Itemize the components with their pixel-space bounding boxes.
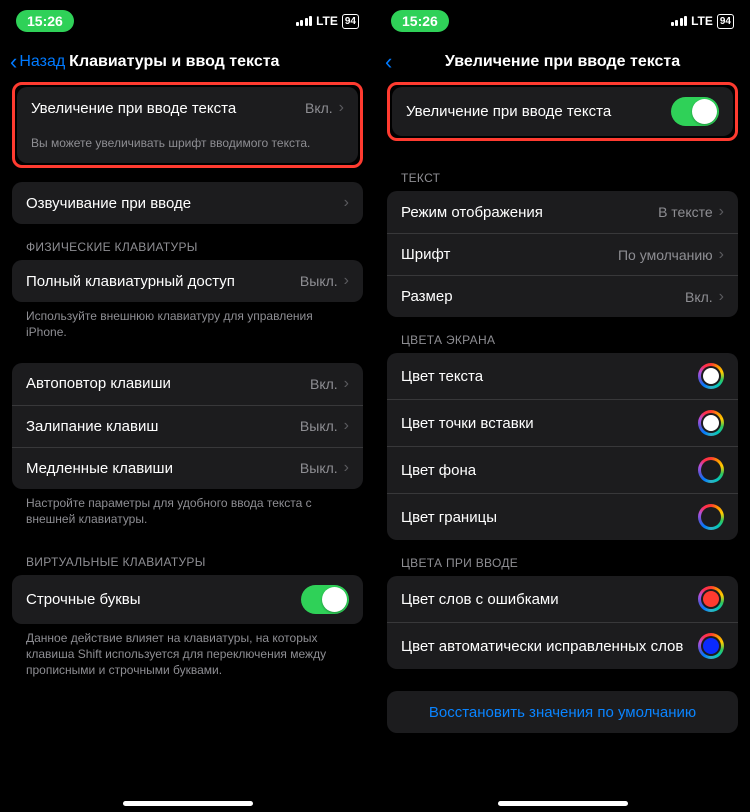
footer-ext-keyboard: Настройте параметры для удобного ввода т… — [12, 489, 363, 539]
highlight-box-hover: Увеличение при вводе текста Вкл. › Вы мо… — [12, 82, 363, 168]
signal-icon — [296, 16, 313, 26]
status-right: LTE 94 — [296, 14, 359, 29]
reset-defaults-button[interactable]: Восстановить значения по умолчанию — [387, 691, 738, 733]
row-key-repeat[interactable]: Автоповтор клавиши Вкл. › — [12, 363, 363, 405]
row-autocorrected-color[interactable]: Цвет автоматически исправленных слов — [387, 622, 738, 669]
row-full-keyboard-access[interactable]: Полный клавиатурный доступ Выкл. › — [12, 260, 363, 302]
section-header-screen-colors: ЦВЕТА ЭКРАНА — [387, 317, 738, 353]
row-value: Вкл. — [685, 289, 713, 305]
network-type: LTE — [316, 14, 338, 28]
row-label: Цвет точки вставки — [401, 415, 698, 432]
chevron-right-icon: › — [344, 194, 349, 212]
home-indicator[interactable] — [498, 801, 628, 806]
chevron-right-icon: › — [344, 459, 349, 477]
row-font[interactable]: Шрифт По умолчанию › — [387, 233, 738, 275]
chevron-right-icon: › — [344, 272, 349, 290]
chevron-right-icon: › — [719, 288, 724, 306]
row-label: Автоповтор клавиши — [26, 375, 310, 392]
row-value: Вкл. — [310, 376, 338, 392]
row-label: Полный клавиатурный доступ — [26, 273, 300, 290]
row-sticky-keys[interactable]: Залипание клавиш Выкл. › — [12, 405, 363, 447]
color-swatch-icon — [698, 457, 724, 483]
chevron-right-icon: › — [344, 417, 349, 435]
row-speak-typing[interactable]: Озвучивание при вводе › — [12, 182, 363, 224]
row-label: Цвет текста — [401, 368, 698, 385]
page-title: Увеличение при вводе текста — [375, 53, 750, 71]
chevron-left-icon: ‹ — [10, 51, 17, 73]
row-label: Залипание клавиш — [26, 418, 300, 435]
highlight-box-main: Увеличение при вводе текста — [387, 82, 738, 141]
row-label: Размер — [401, 288, 685, 305]
row-value: Выкл. — [300, 273, 338, 289]
chevron-right-icon: › — [719, 203, 724, 221]
status-right: LTE 94 — [671, 14, 734, 29]
screen-right: 15:26 LTE 94 ‹ Увеличение при вводе текс… — [375, 0, 750, 812]
row-label: Цвет границы — [401, 509, 698, 526]
toggle-hover-text[interactable] — [671, 97, 719, 126]
row-label: Цвет фона — [401, 462, 698, 479]
row-value: Выкл. — [300, 460, 338, 476]
color-swatch-icon — [698, 504, 724, 530]
nav-bar: ‹ Увеличение при вводе текста — [375, 42, 750, 82]
row-display-mode[interactable]: Режим отображения В тексте › — [387, 191, 738, 233]
color-swatch-icon — [698, 633, 724, 659]
row-hover-text-toggle[interactable]: Увеличение при вводе текста — [392, 87, 733, 136]
color-swatch-icon — [698, 363, 724, 389]
chevron-right-icon: › — [719, 246, 724, 264]
footer-physical: Используйте внешнюю клавиатуру для управ… — [12, 302, 363, 352]
footer-virtual: Данное действие влияет на клавиатуры, на… — [12, 624, 363, 691]
home-indicator[interactable] — [123, 801, 253, 806]
chevron-right-icon: › — [339, 99, 344, 117]
back-label: Назад — [19, 53, 65, 71]
row-slow-keys[interactable]: Медленные клавиши Выкл. › — [12, 447, 363, 489]
row-value: Выкл. — [300, 418, 338, 434]
section-header-input-colors: ЦВЕТА ПРИ ВВОДЕ — [387, 540, 738, 576]
section-header-text: ТЕКСТ — [387, 155, 738, 191]
battery-icon: 94 — [342, 14, 359, 29]
time-pill: 15:26 — [16, 10, 74, 32]
row-label: Цвет автоматически исправленных слов — [401, 638, 698, 655]
toggle-lowercase[interactable] — [301, 585, 349, 614]
status-bar: 15:26 LTE 94 — [0, 0, 375, 42]
row-value: В тексте — [658, 204, 713, 220]
color-swatch-icon — [698, 586, 724, 612]
row-lowercase-keys[interactable]: Строчные буквы — [12, 575, 363, 624]
row-size[interactable]: Размер Вкл. › — [387, 275, 738, 317]
section-header-virtual: ВИРТУАЛЬНЫЕ КЛАВИАТУРЫ — [12, 539, 363, 575]
row-insertion-point-color[interactable]: Цвет точки вставки — [387, 399, 738, 446]
row-label: Увеличение при вводе текста — [31, 100, 305, 117]
network-type: LTE — [691, 14, 713, 28]
row-label: Шрифт — [401, 246, 618, 263]
battery-icon: 94 — [717, 14, 734, 29]
back-button[interactable]: ‹ Назад — [10, 51, 65, 73]
row-text-color[interactable]: Цвет текста — [387, 353, 738, 399]
chevron-right-icon: › — [344, 375, 349, 393]
footer-hover: Вы можете увеличивать шрифт вводимого те… — [17, 129, 358, 163]
page-title: Клавиатуры и ввод текста — [69, 53, 279, 71]
row-label: Цвет слов с ошибками — [401, 591, 698, 608]
row-hover-text[interactable]: Увеличение при вводе текста Вкл. › — [17, 87, 358, 129]
reset-label: Восстановить значения по умолчанию — [429, 704, 696, 721]
row-value: Вкл. — [305, 100, 333, 116]
status-bar: 15:26 LTE 94 — [375, 0, 750, 42]
screen-left: 15:26 LTE 94 ‹ Назад Клавиатуры и ввод т… — [0, 0, 375, 812]
row-misspelled-color[interactable]: Цвет слов с ошибками — [387, 576, 738, 622]
row-border-color[interactable]: Цвет границы — [387, 493, 738, 540]
row-label: Увеличение при вводе текста — [406, 103, 671, 120]
row-label: Озвучивание при вводе — [26, 195, 344, 212]
section-header-physical: ФИЗИЧЕСКИЕ КЛАВИАТУРЫ — [12, 224, 363, 260]
row-value: По умолчанию — [618, 247, 713, 263]
row-label: Строчные буквы — [26, 591, 301, 608]
nav-bar: ‹ Назад Клавиатуры и ввод текста — [0, 42, 375, 82]
row-label: Режим отображения — [401, 204, 658, 221]
row-background-color[interactable]: Цвет фона — [387, 446, 738, 493]
signal-icon — [671, 16, 688, 26]
color-swatch-icon — [698, 410, 724, 436]
time-pill: 15:26 — [391, 10, 449, 32]
row-label: Медленные клавиши — [26, 460, 300, 477]
